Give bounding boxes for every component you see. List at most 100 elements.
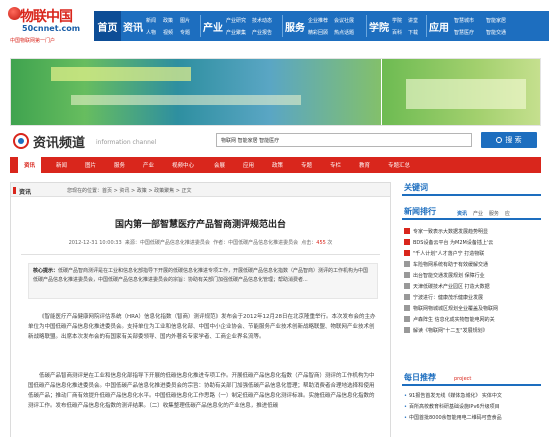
nav-news-label[interactable]: 资讯: [122, 11, 144, 41]
article-panel: 资讯 您现在的位置：首页 > 资讯 > 政策 > 政策聚焦 > 正文 国内第一部…: [10, 182, 391, 437]
subnav-item[interactable]: 新闻: [56, 161, 67, 169]
article-source: 来源：中国低碳产品信息化推进委员会: [124, 240, 210, 246]
search-icon: [496, 137, 503, 143]
subnav-item[interactable]: 政策: [272, 161, 283, 169]
nav-application-label[interactable]: 应用: [428, 11, 450, 41]
rank-number: [404, 305, 410, 311]
daily-title: 每日推荐: [404, 373, 436, 382]
nav-link[interactable]: 智能交通: [486, 29, 506, 36]
breadcrumb-path[interactable]: 您现在的位置：首页 > 资讯 > 政策 > 政策聚焦 > 正文: [67, 187, 191, 194]
rank-item[interactable]: 出台智能交通发展规划 保障行业: [404, 272, 541, 282]
nav-link[interactable]: 智慧医疗: [454, 29, 474, 36]
article-summary: 核心提示：低碳产品智商测评是在工业和信息化部指导下开展的低碳信息化推进专项工作，…: [28, 263, 378, 299]
nav-link[interactable]: 百科: [392, 29, 402, 36]
channel-subnav: 资讯 新闻 图片 服务 产业 视频中心 会展 应用 政策 专题 专栏 教育 专题…: [10, 157, 541, 173]
rank-item[interactable]: 解读《物联网"十二五"发展规划》: [404, 327, 541, 337]
nav-link[interactable]: 会议社展: [334, 17, 354, 24]
channel-header: 资讯频道 information channel 物联网 智能家居 智能医疗 搜…: [0, 128, 549, 156]
summary-label: 核心提示：: [33, 268, 59, 274]
search-button[interactable]: 搜 索: [481, 132, 537, 148]
site-logo[interactable]: 物联中国 50cnnet.com 中国物联网第一门户: [8, 4, 88, 46]
subnav-item[interactable]: 教育: [359, 161, 370, 169]
nav-link[interactable]: 视频: [163, 29, 173, 36]
nav-group-news: 资讯 新闻 政策 图片 人物 视频 专题: [122, 11, 198, 41]
rank-number: [404, 294, 410, 300]
nav-service-label[interactable]: 服务: [284, 11, 306, 41]
subnav-item[interactable]: 会展: [214, 161, 225, 169]
nav-divider: [200, 15, 201, 37]
daily-item[interactable]: 91报告首发无线《媒体急城化》 实体中文: [404, 392, 541, 399]
article-hits-unit: 次: [327, 240, 333, 246]
rank-item[interactable]: BDS设备云平台 为M2M设备插上'云: [404, 239, 541, 249]
daily-item[interactable]: 中国首批8000余智能用电二维码可查食品: [404, 414, 541, 421]
nav-link[interactable]: 图片: [180, 17, 190, 24]
article-hits: 455: [316, 240, 326, 246]
tab-industry[interactable]: 产业: [473, 210, 483, 217]
tab-news[interactable]: 资讯: [457, 210, 467, 217]
rank-item[interactable]: 专家一致表示大数据发展趋势明显: [404, 228, 541, 238]
nav-academy-label[interactable]: 学院: [368, 11, 390, 41]
tab-application[interactable]: 应: [505, 210, 510, 217]
daily-header: 每日推荐 project: [402, 372, 541, 386]
summary-text: 低碳产品智商测评是在工业和信息化部指导下开展的低碳信息化推进专项工作，开展低碳产…: [33, 268, 369, 283]
rank-item[interactable]: "千人计划"人才落户宁 打造物联: [404, 250, 541, 260]
search-button-label: 搜 索: [505, 136, 522, 144]
nav-industry-label[interactable]: 产业: [202, 11, 224, 41]
nav-link[interactable]: 讲堂: [408, 17, 418, 24]
keywords-header: 关键词: [402, 182, 541, 196]
nav-link[interactable]: 智慧城市: [454, 17, 474, 24]
nav-link[interactable]: 企业推荐: [308, 17, 328, 24]
rank-number: [404, 316, 410, 322]
rank-number: [404, 283, 410, 289]
nav-home-label[interactable]: 首页: [94, 11, 121, 41]
search-keywords: 物联网 智能家居 智能医疗: [221, 138, 280, 144]
nav-group-academy: 学院 学院 讲堂 百科 下载: [368, 11, 424, 41]
nav-link[interactable]: 产业报告: [252, 29, 272, 36]
channel-title: 资讯频道: [33, 136, 86, 151]
logo-brand: 物联中国: [20, 9, 73, 25]
nav-link[interactable]: 下载: [408, 29, 418, 36]
rank-number: [404, 327, 410, 333]
article-paragraph: 低碳产品智商测评是在工业和信息化部指导下开展的低碳信息化推进专项工作。开展低碳产…: [28, 373, 375, 409]
nav-link[interactable]: 新闻: [146, 17, 156, 24]
subnav-item-news[interactable]: 资讯: [18, 157, 42, 173]
rank-number: [404, 228, 410, 234]
nav-link[interactable]: 热点话题: [334, 29, 354, 36]
subnav-item[interactable]: 图片: [85, 161, 96, 169]
nav-link[interactable]: 人物: [146, 29, 156, 36]
article-paragraph: 《智能医疗产品健康网院评估系统（HRA）信息化指数（智商）测评规范》发布会于20…: [28, 314, 376, 340]
nav-link[interactable]: 政策: [163, 17, 173, 24]
article-hits-label: 点击：: [301, 240, 317, 246]
nav-link[interactable]: 产业聚集: [226, 29, 246, 36]
nav-link[interactable]: 学院: [392, 17, 402, 24]
nav-link[interactable]: 专题: [180, 29, 190, 36]
nav-link[interactable]: 精彩回顾: [308, 29, 328, 36]
logo-slogan: 中国物联网第一门户: [10, 38, 56, 44]
tab-service[interactable]: 服务: [489, 210, 499, 217]
subnav-item[interactable]: 专题汇总: [388, 161, 410, 169]
nav-link[interactable]: 智能家居: [486, 17, 506, 24]
breadcrumb-tag: 资讯: [12, 187, 32, 196]
rank-item[interactable]: 卢森阵生 信息化成实物智能电网的关: [404, 316, 541, 326]
rank-item[interactable]: 物联网物城城区规划全业覆盖及物联网: [404, 305, 541, 315]
nav-divider: [366, 15, 367, 37]
nav-link[interactable]: 产业研究: [226, 17, 246, 24]
logo-domain: 50cnnet.com: [22, 24, 81, 33]
subnav-item[interactable]: 服务: [114, 161, 125, 169]
nav-home[interactable]: 首页: [94, 11, 121, 41]
subnav-item[interactable]: 应用: [243, 161, 254, 169]
ad-banner[interactable]: [10, 58, 541, 126]
nav-link[interactable]: 技术动态: [252, 17, 272, 24]
search-input[interactable]: 物联网 智能家居 智能医疗: [216, 133, 472, 147]
rank-item[interactable]: 车险物网系统有助于有效缓解交通: [404, 261, 541, 271]
subnav-item[interactable]: 产业: [143, 161, 154, 169]
daily-item[interactable]: 百所高校教育科研基础设施IPv6升级项目: [404, 403, 541, 410]
subnav-item[interactable]: 专题: [301, 161, 312, 169]
subnav-item[interactable]: 专栏: [330, 161, 341, 169]
banner-art: [406, 79, 526, 109]
subnav-item[interactable]: 视频中心: [172, 161, 194, 169]
nav-divider: [282, 15, 283, 37]
rank-item[interactable]: 宁波进行：健康茂乐健康业发展: [404, 294, 541, 304]
rank-item[interactable]: 天津低碳技术产业园区 打造大数据: [404, 283, 541, 293]
sidebar: 关键词 新闻排行 资讯 产业 服务 应 专家一致表示大数据发展趋势明显 BDS设…: [402, 182, 541, 437]
